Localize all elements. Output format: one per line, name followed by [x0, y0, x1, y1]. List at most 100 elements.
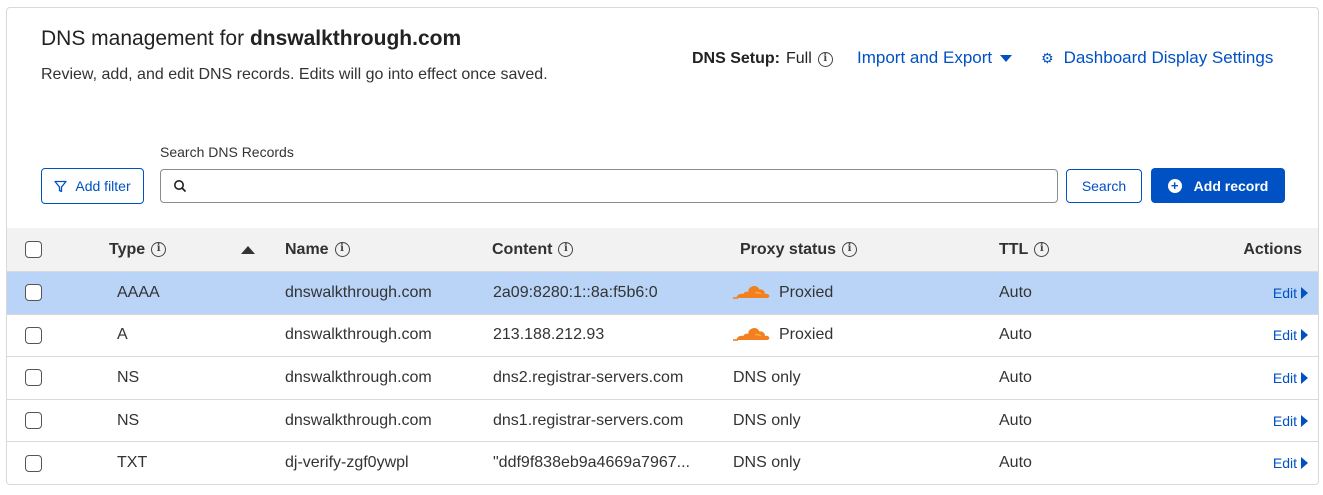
column-type[interactable]: Type i	[109, 240, 167, 259]
info-icon[interactable]: i	[842, 242, 858, 257]
title-prefix: DNS management for	[41, 27, 250, 50]
search-input[interactable]	[195, 171, 1057, 201]
info-icon[interactable]: i	[817, 51, 833, 67]
record-type: AAAA	[117, 283, 160, 301]
column-type-label: Type	[109, 240, 146, 258]
search-label: Search DNS Records	[160, 144, 294, 160]
record-name: dj-verify-zgf0ywpl	[285, 454, 409, 472]
record-content: dns2.registrar-servers.com	[493, 368, 684, 386]
add-record-button[interactable]: + Add record	[1151, 168, 1285, 203]
dns-setup: DNS Setup: Full i	[692, 50, 833, 68]
row-checkbox[interactable]	[25, 284, 42, 302]
dashboard-display-settings-link[interactable]: ⚙ Dashboard Display Settings	[1041, 48, 1273, 68]
record-type: TXT	[117, 454, 148, 472]
table-header: Type i Name i Content i Proxy status i T…	[7, 228, 1318, 271]
proxy-status: DNS only	[733, 369, 801, 387]
record-ttl: Auto	[999, 326, 1032, 344]
import-export-label: Import and Export	[857, 48, 993, 67]
dns-setup-label: DNS Setup:	[692, 50, 780, 67]
table-row[interactable]: TXT dj-verify-zgf0ywpl "ddf9f838eb9a4669…	[7, 441, 1318, 484]
info-icon[interactable]: i	[558, 242, 574, 257]
column-content-label: Content	[492, 240, 553, 258]
edit-label: Edit	[1272, 412, 1297, 429]
column-ttl[interactable]: TTL i	[999, 240, 1050, 259]
column-content[interactable]: Content i	[492, 240, 574, 259]
info-icon[interactable]: i	[1034, 242, 1050, 257]
title-domain: dnswalkthrough.com	[249, 27, 462, 50]
row-checkbox[interactable]	[25, 412, 42, 430]
dns-records-table: Type i Name i Content i Proxy status i T…	[7, 228, 1318, 484]
edit-link[interactable]: Edit	[1273, 455, 1308, 471]
page-title: DNS management for dnswalkthrough.com	[41, 27, 461, 51]
table-body: AAAA dnswalkthrough.com 2a09:8280:1::8a:…	[7, 271, 1318, 484]
cloud-icon	[733, 285, 770, 299]
row-checkbox[interactable]	[25, 326, 42, 344]
edit-link[interactable]: Edit	[1273, 285, 1308, 301]
record-content: 213.188.212.93	[493, 326, 605, 344]
record-content: dns1.registrar-servers.com	[493, 411, 684, 429]
filter-icon	[54, 180, 68, 192]
record-ttl: Auto	[999, 454, 1032, 472]
gear-icon: ⚙	[1041, 49, 1054, 66]
table-row[interactable]: NS dnswalkthrough.com dns1.registrar-ser…	[7, 398, 1318, 442]
column-proxy-label: Proxy status	[740, 240, 837, 258]
column-proxy-status[interactable]: Proxy status i	[740, 240, 858, 259]
import-export-dropdown[interactable]: Import and Export	[857, 48, 1013, 68]
chevron-down-icon	[1000, 54, 1013, 62]
proxy-status-label: Proxied	[779, 326, 834, 344]
add-record-label: Add record	[1193, 177, 1269, 194]
record-ttl: Auto	[999, 283, 1032, 301]
table-row[interactable]: NS dnswalkthrough.com dns2.registrar-ser…	[7, 356, 1318, 399]
add-filter-button[interactable]: Add filter	[41, 168, 144, 204]
dashboard-settings-label: Dashboard Display Settings	[1063, 48, 1274, 67]
edit-link[interactable]: Edit	[1273, 327, 1308, 343]
proxy-status: DNS only	[733, 412, 801, 430]
record-name: dnswalkthrough.com	[285, 368, 432, 386]
record-ttl: Auto	[999, 411, 1032, 429]
record-name: dnswalkthrough.com	[285, 326, 432, 344]
record-type: NS	[117, 411, 140, 429]
proxy-status: Proxied	[733, 284, 833, 302]
row-checkbox[interactable]	[25, 369, 42, 387]
record-content: "ddf9f838eb9a4669a7967...	[493, 454, 690, 472]
edit-link[interactable]: Edit	[1273, 413, 1308, 429]
column-ttl-label: TTL	[999, 240, 1029, 258]
chevron-right-icon	[1301, 414, 1308, 427]
proxy-status-label: DNS only	[733, 411, 801, 429]
search-button[interactable]: Search	[1066, 169, 1142, 203]
proxy-status: DNS only	[733, 454, 801, 472]
chevron-right-icon	[1301, 371, 1308, 384]
search-field[interactable]	[160, 169, 1058, 203]
proxy-status-label: DNS only	[733, 368, 801, 386]
edit-label: Edit	[1272, 369, 1297, 386]
proxy-status-label: Proxied	[779, 283, 834, 301]
table-row[interactable]: AAAA dnswalkthrough.com 2a09:8280:1::8a:…	[7, 271, 1318, 314]
select-all-checkbox[interactable]	[25, 241, 42, 258]
info-icon[interactable]: i	[334, 242, 350, 257]
record-name: dnswalkthrough.com	[285, 411, 432, 429]
dns-management-card: DNS management for dnswalkthrough.com Re…	[6, 7, 1319, 485]
edit-label: Edit	[1272, 455, 1297, 472]
column-actions: Actions	[1243, 240, 1302, 258]
proxy-status-label: DNS only	[733, 454, 801, 472]
record-type: NS	[117, 368, 140, 386]
record-name: dnswalkthrough.com	[285, 283, 432, 301]
chevron-right-icon	[1301, 286, 1308, 299]
table-row[interactable]: A dnswalkthrough.com 213.188.212.93 Prox…	[7, 313, 1318, 357]
page-description: Review, add, and edit DNS records. Edits…	[41, 66, 548, 83]
info-icon[interactable]: i	[151, 242, 167, 257]
record-content: 2a09:8280:1::8a:f5b6:0	[493, 283, 658, 301]
sort-ascending-icon[interactable]	[241, 245, 255, 254]
row-checkbox[interactable]	[25, 454, 42, 472]
dns-setup-value: Full	[786, 50, 812, 67]
edit-label: Edit	[1272, 327, 1297, 344]
column-name[interactable]: Name i	[285, 241, 350, 259]
search-icon	[174, 180, 187, 193]
cloud-icon	[733, 328, 770, 342]
record-type: A	[117, 326, 128, 344]
edit-label: Edit	[1272, 284, 1297, 301]
chevron-right-icon	[1301, 457, 1308, 470]
edit-link[interactable]: Edit	[1273, 370, 1308, 386]
plus-circle-icon: +	[1167, 178, 1182, 193]
record-ttl: Auto	[999, 368, 1032, 386]
